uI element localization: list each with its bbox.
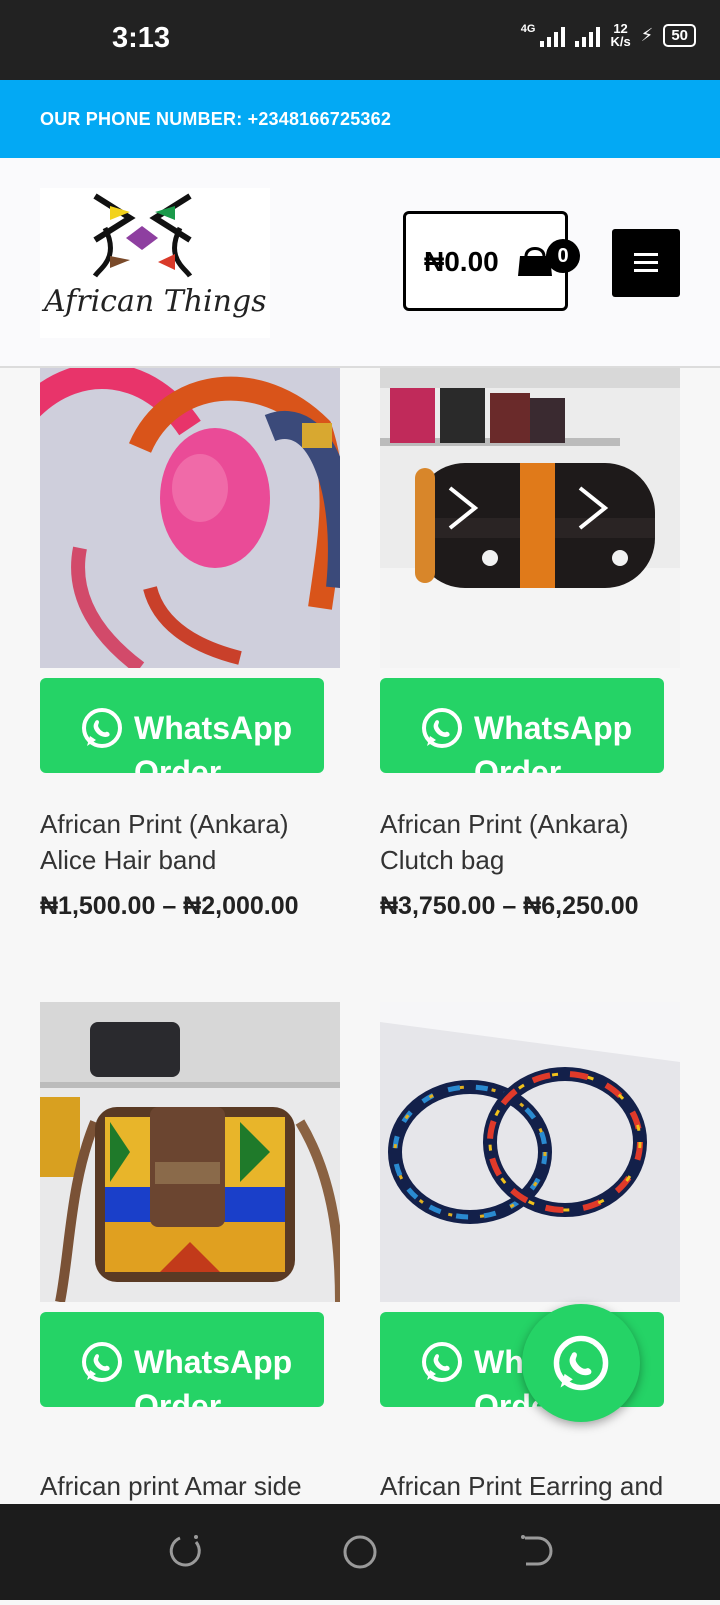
site-header: African Things ₦0.00 0: [0, 158, 720, 368]
product-card[interactable]: [40, 368, 340, 668]
phone-number-text[interactable]: OUR PHONE NUMBER: +2348166725362: [40, 109, 391, 130]
system-nav-bar: [0, 1504, 720, 1600]
whatsapp-order-label: WhatsApp Order: [474, 710, 633, 773]
product-image-hairband[interactable]: [40, 368, 340, 668]
status-bar: 3:13 4G 12 K/s ⚡ 50: [0, 0, 720, 80]
product-title[interactable]: African Print (Ankara) Clutch bag: [380, 806, 680, 878]
status-icons: 4G 12 K/s ⚡ 50: [521, 22, 696, 48]
home-icon[interactable]: [343, 1535, 377, 1569]
speed-unit: K/s: [610, 34, 631, 49]
product-image-clutch[interactable]: [380, 368, 680, 668]
logo-text: African Things: [44, 284, 267, 319]
logo-mark-icon: [92, 193, 193, 278]
product-price: ₦3,750.00 – ₦6,250.00: [380, 892, 639, 920]
whatsapp-order-button[interactable]: WhatsApp Order: [380, 678, 664, 773]
status-time: 3:13: [112, 22, 171, 54]
cart-button[interactable]: ₦0.00 0: [403, 211, 580, 311]
whatsapp-order-label: WhatsApp Order: [134, 1344, 293, 1407]
recent-apps-icon[interactable]: [169, 1535, 201, 1567]
whatsapp-order-label: WhatsApp Order: [134, 710, 293, 773]
network-label: 4G: [520, 23, 536, 35]
product-title[interactable]: African Print Earring and: [380, 1468, 680, 1504]
whatsapp-order-button[interactable]: WhatsApp Order: [40, 1312, 324, 1407]
product-card[interactable]: [380, 1002, 680, 1302]
whatsapp-order-button[interactable]: WhatsApp Order: [40, 678, 324, 773]
menu-button[interactable]: [612, 229, 680, 297]
product-price: ₦1,500.00 – ₦2,000.00: [40, 892, 299, 920]
signal-4g-icon: 4G: [521, 23, 566, 47]
cart-total: ₦0.00: [424, 246, 499, 277]
product-image-earrings[interactable]: [380, 1002, 680, 1302]
product-card[interactable]: [380, 368, 680, 668]
product-card[interactable]: [40, 1002, 340, 1302]
network-speed: 12 K/s: [610, 22, 630, 48]
phone-banner: OUR PHONE NUMBER: +2348166725362: [0, 80, 720, 158]
floating-whatsapp-button[interactable]: [522, 1304, 640, 1422]
whatsapp-icon: [82, 708, 122, 748]
product-image-side-bag[interactable]: [40, 1002, 340, 1302]
product-title[interactable]: African Print (Ankara) Alice Hair band: [40, 806, 340, 878]
whatsapp-icon: [553, 1335, 609, 1391]
site-logo[interactable]: African Things: [40, 188, 270, 338]
signal-icon: [575, 23, 601, 47]
whatsapp-icon: [422, 1342, 462, 1382]
cart-count-badge: 0: [546, 239, 580, 273]
charging-icon: ⚡: [640, 24, 654, 45]
whatsapp-icon: [422, 708, 462, 748]
battery-level: 50: [663, 23, 696, 47]
whatsapp-icon: [82, 1342, 122, 1382]
product-title[interactable]: African print Amar side: [40, 1468, 340, 1504]
back-icon[interactable]: [521, 1535, 553, 1566]
